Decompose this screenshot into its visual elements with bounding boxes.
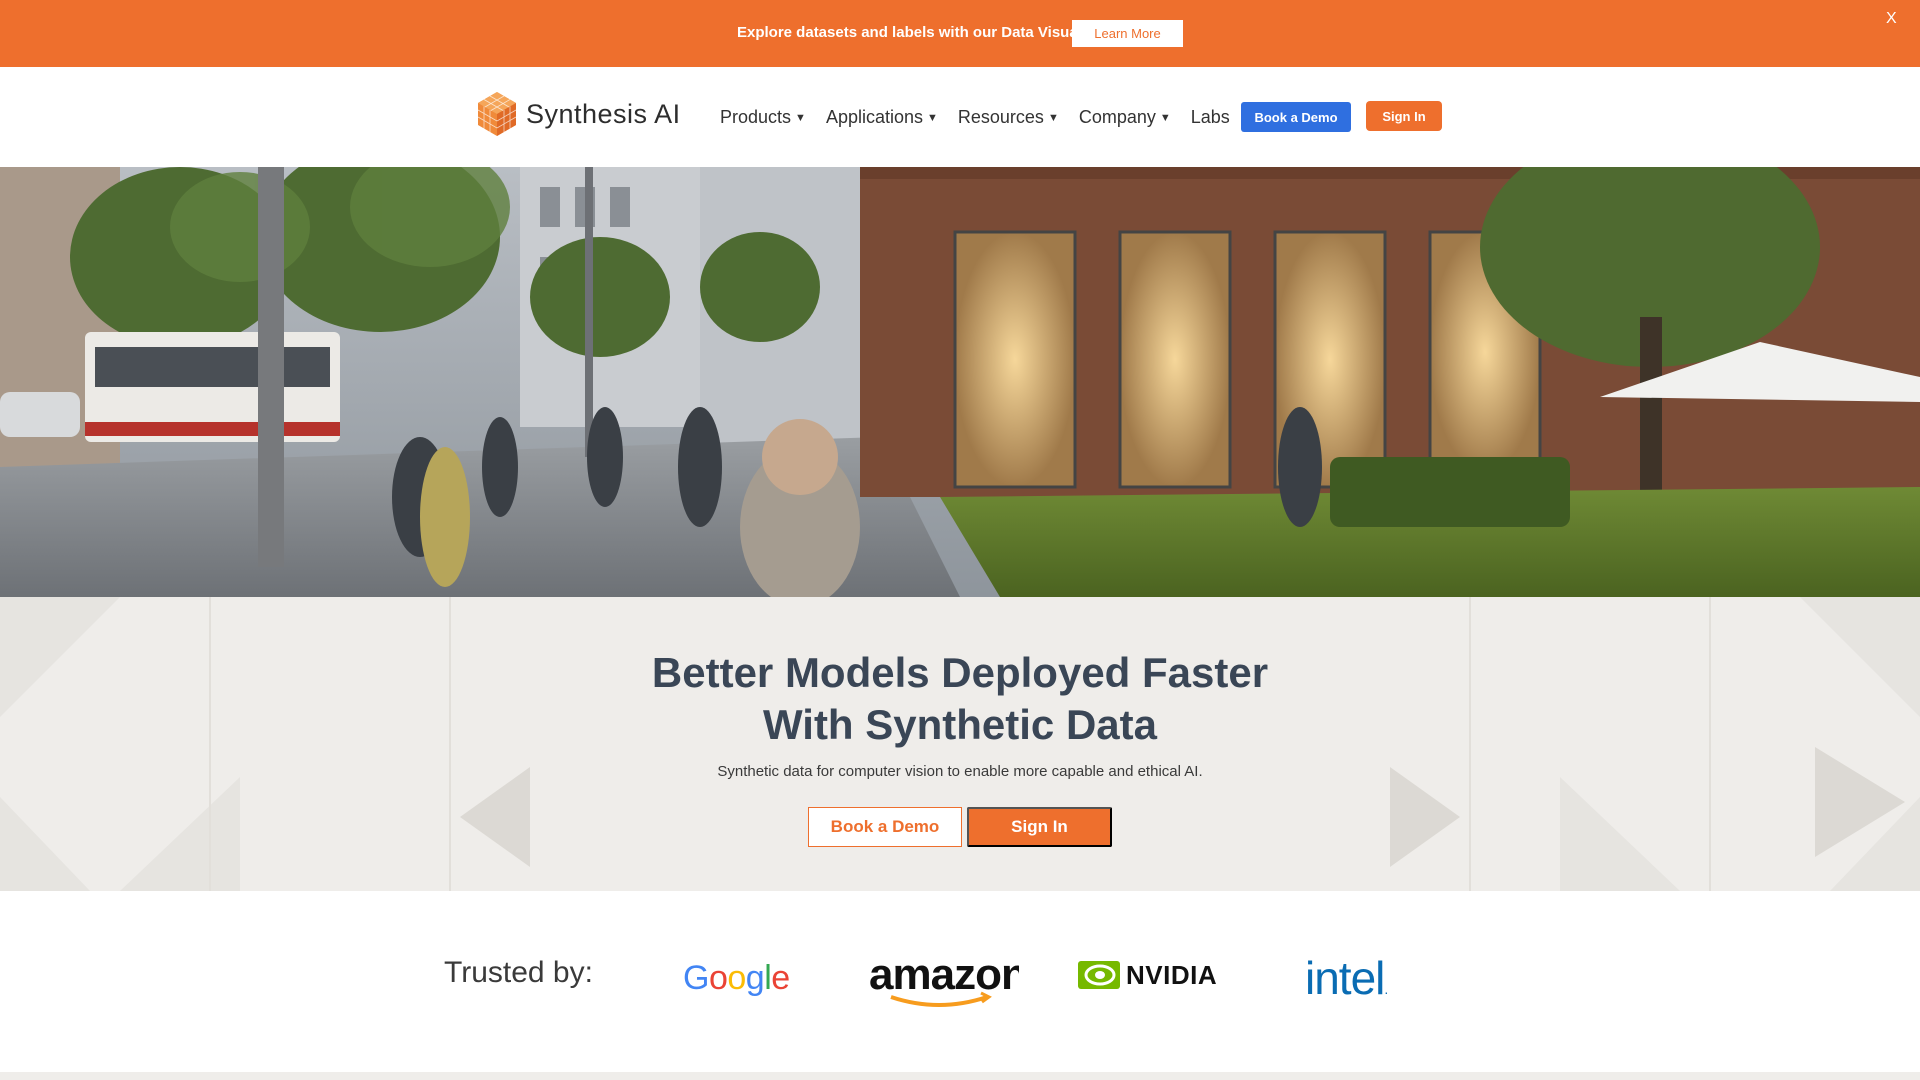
book-demo-button[interactable]: Book a Demo	[1241, 102, 1351, 132]
hero-title-line2: With Synthetic Data	[763, 701, 1157, 748]
logo-text: Synthesis AI	[526, 98, 681, 129]
hero-sign-in-button[interactable]: Sign In	[967, 807, 1112, 847]
chevron-down-icon: ▼	[1047, 111, 1059, 124]
site-header: Synthesis AI Products ▼ Applications ▼ R…	[0, 67, 1920, 167]
section-divider	[0, 1072, 1920, 1080]
announcement-text: Explore datasets and labels with our Dat…	[737, 24, 1108, 41]
logo[interactable]: Synthesis AI	[476, 91, 681, 137]
nvidia-eye-icon	[1078, 961, 1120, 989]
trusted-by-section: Trusted by: Google amazon NVIDIA intel.	[0, 891, 1920, 1080]
hero-section: Better Models Deployed Faster With Synth…	[0, 597, 1920, 891]
hero-title-line1: Better Models Deployed Faster	[651, 649, 1269, 696]
nav-item-label: Products	[720, 107, 792, 127]
nvidia-logo: NVIDIA	[1078, 961, 1226, 989]
chevron-down-icon: ▼	[1159, 111, 1171, 124]
chevron-down-icon: ▼	[927, 111, 938, 124]
svg-text:NVIDIA: NVIDIA	[1126, 962, 1217, 988]
nav-item-labs[interactable]: Labs	[1191, 107, 1230, 128]
nav-item-resources[interactable]: Resources ▼	[958, 107, 1059, 128]
announcement-bar: Explore datasets and labels with our Dat…	[0, 0, 1920, 67]
google-logo: Google	[683, 959, 790, 997]
hero-image	[0, 167, 1920, 597]
sign-in-button[interactable]: Sign In	[1366, 101, 1442, 131]
hero-subtitle: Synthetic data for computer vision to en…	[717, 763, 1203, 780]
nav-item-products[interactable]: Products ▼	[720, 107, 806, 128]
nav-item-label: Company	[1078, 107, 1156, 127]
svg-text:amazon: amazon	[869, 951, 1019, 999]
main-nav: Products ▼ Applications ▼ Resources ▼ Co…	[720, 107, 1230, 128]
nav-item-applications[interactable]: Applications ▼	[826, 107, 938, 128]
hero-title: Better Models Deployed Faster With Synth…	[560, 647, 1360, 751]
nav-item-label: Applications	[825, 107, 923, 127]
learn-more-button[interactable]: Learn More	[1072, 20, 1183, 47]
trusted-label: Trusted by:	[444, 956, 593, 989]
close-icon[interactable]: X	[1886, 10, 1897, 28]
synthesis-logo-icon	[477, 92, 517, 136]
nav-item-label: Resources	[957, 107, 1044, 127]
hero-book-demo-button[interactable]: Book a Demo	[808, 807, 962, 847]
amazon-logo: amazon	[869, 950, 1028, 1016]
chevron-down-icon: ▼	[795, 111, 806, 124]
nav-item-company[interactable]: Company ▼	[1079, 107, 1171, 128]
intel-logo: intel.	[1305, 952, 1388, 1004]
nav-item-label: Labs	[1190, 107, 1230, 127]
